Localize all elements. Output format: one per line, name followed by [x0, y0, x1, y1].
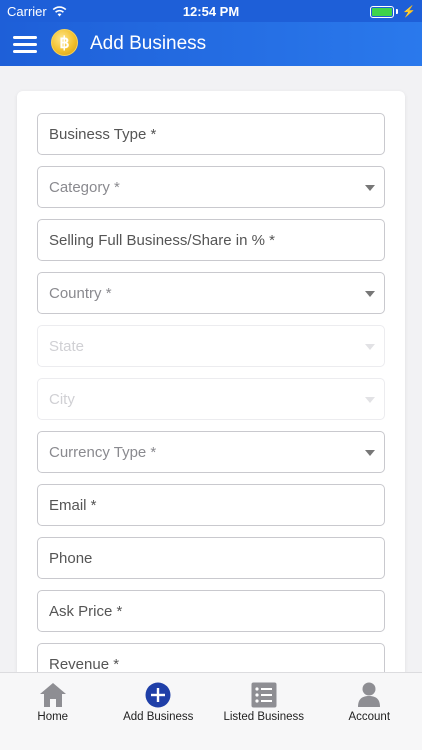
tab-account-label: Account — [348, 711, 391, 723]
app-header: ฿ Add Business — [0, 22, 422, 66]
city-select: City — [37, 378, 385, 420]
add-circle-icon — [145, 682, 171, 708]
business-type-field[interactable]: Business Type * — [37, 113, 385, 155]
home-icon — [39, 683, 66, 707]
chevron-down-icon — [365, 185, 375, 191]
chevron-down-icon — [365, 397, 375, 403]
email-field[interactable]: Email * — [37, 484, 385, 526]
phone-field[interactable]: Phone — [37, 537, 385, 579]
list-icon — [251, 682, 277, 708]
chevron-down-icon — [365, 344, 375, 350]
country-placeholder: Country * — [49, 284, 112, 302]
battery-icon: ⚡ — [370, 5, 416, 18]
country-select[interactable]: Country * — [37, 272, 385, 314]
currency-type-select[interactable]: Currency Type * — [37, 431, 385, 473]
tab-home[interactable]: Home — [0, 673, 106, 733]
tab-home-label: Home — [37, 711, 69, 723]
status-time: 12:54 PM — [182, 4, 240, 19]
tab-add-business-label: Add Business — [123, 711, 194, 723]
city-placeholder: City — [49, 390, 75, 408]
business-type-placeholder: Business Type * — [49, 125, 157, 143]
revenue-placeholder: Revenue * — [49, 655, 120, 673]
app-logo: ฿ — [51, 29, 78, 56]
menu-icon[interactable] — [13, 36, 37, 53]
category-select[interactable]: Category * — [37, 166, 385, 208]
tab-listed-business[interactable]: Listed Business — [211, 673, 317, 733]
status-bar: Carrier 12:54 PM ⚡ — [0, 0, 422, 22]
tab-account[interactable]: Account — [317, 673, 422, 733]
bottom-tab-bar: Home Add Business Listed Business Accoun… — [0, 672, 422, 750]
selling-share-field[interactable]: Selling Full Business/Share in % * — [37, 219, 385, 261]
phone-placeholder: Phone — [49, 549, 93, 567]
selling-share-placeholder: Selling Full Business/Share in % * — [49, 231, 275, 249]
user-icon — [358, 682, 381, 707]
email-placeholder: Email * — [49, 496, 97, 514]
currency-type-placeholder: Currency Type * — [49, 443, 157, 461]
chevron-down-icon — [365, 450, 375, 456]
category-placeholder: Category * — [49, 178, 120, 196]
ask-price-field[interactable]: Ask Price * — [37, 590, 385, 632]
chevron-down-icon — [365, 291, 375, 297]
tab-add-business[interactable]: Add Business — [106, 673, 212, 733]
ask-price-placeholder: Ask Price * — [49, 602, 123, 620]
tab-listed-business-label: Listed Business — [223, 711, 305, 723]
charging-icon: ⚡ — [402, 6, 416, 18]
state-placeholder: State — [49, 337, 85, 355]
state-select: State — [37, 325, 385, 367]
page-title: Add Business — [90, 33, 207, 54]
